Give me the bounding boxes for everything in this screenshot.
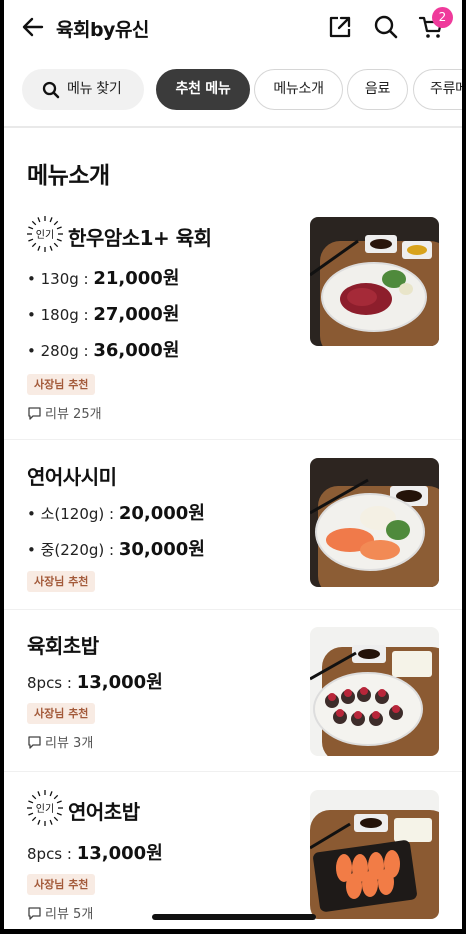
- item-name: 육회초밥: [27, 634, 99, 658]
- option-price: 20,000원: [118, 503, 205, 524]
- menu-item-yukhoe-sushi[interactable]: 육회초밥 8pcs : 13,000원 사장님 추천 리뷰 3개: [4, 610, 462, 772]
- review-label: 리뷰 3개: [45, 736, 94, 751]
- option-label: • 130g :: [27, 270, 89, 288]
- review-label: 리뷰 25개: [45, 407, 102, 422]
- owner-pick-tag: 사장님 추천: [27, 874, 96, 895]
- option-label: 8pcs :: [27, 845, 72, 863]
- popular-badge-label: 인기: [36, 803, 54, 815]
- menu-item-hanwoo-yukhoe[interactable]: 인기 한우암소1+ 육회 • 130g : 21,000원 • 180g : 2…: [4, 200, 462, 440]
- share-icon[interactable]: [327, 14, 353, 40]
- popular-badge-icon: 인기: [27, 216, 63, 252]
- review-count[interactable]: 리뷰 25개: [27, 403, 102, 422]
- option-label: • 소(120g) :: [27, 505, 115, 523]
- item-name: 연어사시미: [27, 465, 117, 489]
- price-option: 8pcs : 13,000원: [27, 839, 163, 865]
- price-option: • 중(220g) : 30,000원: [27, 535, 205, 561]
- option-price: 27,000원: [93, 304, 180, 325]
- menu-item-salmon-sashimi[interactable]: 연어사시미 • 소(120g) : 20,000원 • 중(220g) : 30…: [4, 440, 462, 610]
- chat-bubble-icon: [28, 736, 41, 749]
- back-arrow-icon[interactable]: [20, 14, 46, 40]
- option-price: 13,000원: [76, 672, 163, 693]
- review-count[interactable]: 리뷰 3개: [27, 732, 93, 751]
- item-photo: [310, 627, 439, 756]
- item-photo: [310, 458, 439, 587]
- option-price: 21,000원: [93, 268, 180, 289]
- option-label: • 중(220g) :: [27, 541, 115, 559]
- chat-bubble-icon: [28, 907, 41, 920]
- search-icon[interactable]: [373, 14, 399, 40]
- price-option: 8pcs : 13,000원: [27, 668, 163, 694]
- price-option: • 180g : 27,000원: [27, 300, 179, 326]
- item-photo: [310, 790, 439, 919]
- chip-label: 메뉴 찾기: [67, 81, 122, 97]
- option-label: • 180g :: [27, 306, 89, 324]
- owner-pick-tag: 사장님 추천: [27, 374, 96, 395]
- review-count[interactable]: 리뷰 5개: [27, 903, 93, 922]
- item-photo: [310, 217, 439, 346]
- home-indicator: [152, 914, 316, 920]
- chip-menu-search[interactable]: 메뉴 찾기: [22, 69, 144, 110]
- option-price: 36,000원: [93, 340, 180, 361]
- price-option: • 280g : 36,000원: [27, 336, 179, 362]
- chip-alcohol[interactable]: 주류메: [413, 69, 462, 110]
- popular-badge-icon: 인기: [27, 790, 63, 826]
- cart-count-badge: 2: [432, 7, 453, 28]
- price-option: • 소(120g) : 20,000원: [27, 499, 205, 525]
- item-name: 연어초밥: [68, 800, 140, 824]
- popular-badge-label: 인기: [36, 229, 54, 241]
- page-title: 육회by유신: [56, 19, 149, 41]
- price-option: • 130g : 21,000원: [27, 264, 179, 290]
- divider: [4, 126, 462, 128]
- chip-recommended[interactable]: 추천 메뉴: [156, 69, 250, 110]
- chip-menu-intro[interactable]: 메뉴소개: [254, 69, 343, 110]
- menu-item-salmon-sushi[interactable]: 인기 연어초밥 8pcs : 13,000원 사장님 추천 리뷰 5개: [4, 772, 462, 929]
- top-bar: 육회by유신 2: [4, 0, 462, 58]
- chat-bubble-icon: [28, 407, 41, 420]
- screen: 육회by유신 2 메뉴 찾기 추천 메뉴 메뉴소개 음료 주류메 메뉴소개 인기…: [4, 0, 462, 929]
- section-title: 메뉴소개: [27, 163, 110, 189]
- category-chip-bar: 메뉴 찾기 추천 메뉴 메뉴소개 음료 주류메: [4, 68, 462, 112]
- option-label: 8pcs :: [27, 674, 72, 692]
- chip-drinks[interactable]: 음료: [347, 69, 408, 110]
- option-price: 30,000원: [118, 539, 205, 560]
- review-label: 리뷰 5개: [45, 907, 94, 922]
- owner-pick-tag: 사장님 추천: [27, 571, 96, 592]
- owner-pick-tag: 사장님 추천: [27, 703, 96, 724]
- option-price: 13,000원: [76, 843, 163, 864]
- option-label: • 280g :: [27, 342, 89, 360]
- item-name: 한우암소1+ 육회: [68, 226, 212, 250]
- search-icon: [42, 81, 60, 99]
